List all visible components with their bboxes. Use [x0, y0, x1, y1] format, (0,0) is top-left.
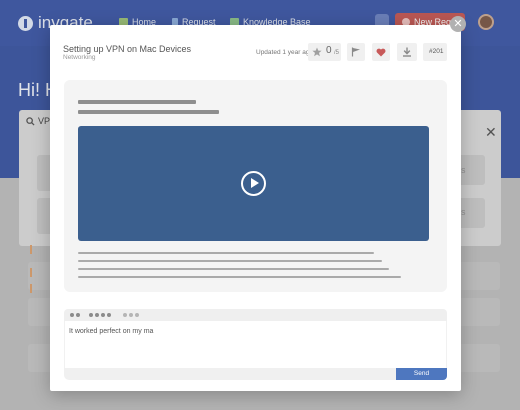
rating-value: 0 [326, 45, 332, 56]
star-icon [312, 47, 322, 57]
text-placeholder-line [78, 100, 196, 104]
close-icon[interactable]: ✕ [450, 16, 466, 32]
flag-icon [351, 47, 360, 57]
favorite-button[interactable] [372, 43, 390, 61]
updated-timestamp: Updated 1 year ago [256, 49, 314, 56]
ticket-number: #201 [429, 48, 444, 55]
text-placeholder-line [78, 276, 401, 278]
article-title: Setting up VPN on Mac Devices [63, 44, 192, 54]
text-placeholder-line [78, 252, 374, 254]
text-placeholder-line [78, 260, 382, 262]
text-placeholder-line [78, 268, 389, 270]
play-icon[interactable] [241, 171, 266, 196]
flag-button[interactable] [347, 43, 365, 61]
text-placeholder-line [78, 110, 219, 114]
toolbar-format-icon[interactable] [101, 313, 105, 317]
toolbar-format-icon[interactable] [95, 313, 99, 317]
toolbar-format-icon[interactable] [89, 313, 93, 317]
download-button[interactable] [397, 43, 417, 61]
toolbar-format-icon[interactable] [107, 313, 111, 317]
comment-toolbar [64, 309, 447, 321]
toolbar-format-icon[interactable] [129, 313, 133, 317]
send-button[interactable]: Send [396, 368, 447, 380]
download-icon [403, 47, 411, 57]
heart-icon [376, 48, 386, 57]
article-category: Networking [63, 54, 96, 61]
rating-scale: /5 [334, 50, 340, 56]
toolbar-format-icon[interactable] [123, 313, 127, 317]
toolbar-format-icon[interactable] [135, 313, 139, 317]
toolbar-format-icon[interactable] [76, 313, 80, 317]
toolbar-format-icon[interactable] [70, 313, 74, 317]
comment-value: It worked perfect on my ma [69, 328, 154, 335]
comment-footer [64, 368, 447, 380]
